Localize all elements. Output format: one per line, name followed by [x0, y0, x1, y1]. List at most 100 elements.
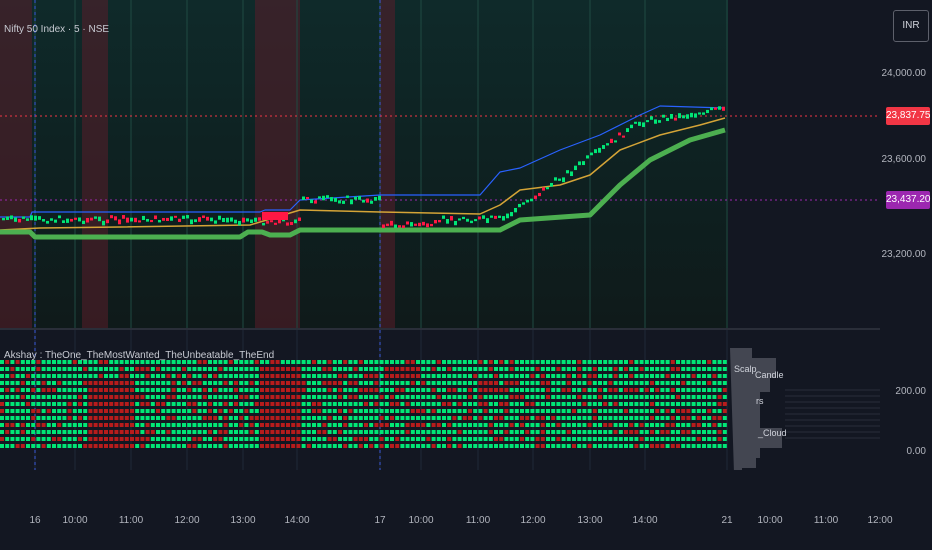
signal-dot	[275, 402, 280, 406]
signal-dot	[301, 423, 306, 427]
signal-dot	[353, 409, 358, 413]
signal-dot	[93, 395, 98, 399]
signal-dot	[629, 423, 634, 427]
signal-dot	[31, 423, 36, 427]
signal-dot	[202, 381, 207, 385]
signal-dot	[31, 381, 36, 385]
signal-dot	[72, 444, 77, 448]
signal-dot	[499, 416, 504, 420]
signal-dot	[317, 409, 322, 413]
candle	[546, 187, 549, 190]
signal-dot	[551, 423, 556, 427]
signal-dot	[452, 444, 457, 448]
signal-dot	[364, 444, 368, 448]
signal-dot	[145, 444, 150, 448]
signal-dot	[83, 409, 88, 413]
signal-dot	[634, 444, 639, 448]
signal-dot	[46, 367, 51, 371]
signal-dot	[249, 444, 254, 448]
signal-dot	[587, 374, 592, 378]
signal-dot	[561, 430, 566, 434]
signal-dot	[520, 402, 524, 406]
signal-dot	[514, 381, 519, 385]
signal-dot	[369, 402, 374, 406]
signal-dot	[135, 381, 140, 385]
signal-dot	[0, 381, 4, 385]
signal-dot	[296, 402, 301, 406]
signal-dot	[348, 416, 353, 420]
signal-dot	[301, 409, 306, 413]
currency-button[interactable]: INR	[893, 10, 929, 42]
candle	[30, 215, 33, 221]
signal-dot	[187, 374, 192, 378]
signal-dot	[135, 409, 140, 413]
signal-dot	[639, 381, 644, 385]
candle	[142, 215, 145, 221]
signal-dot	[197, 437, 202, 441]
signal-dot	[364, 423, 368, 427]
signal-dot	[312, 360, 316, 364]
signal-dot	[556, 430, 561, 434]
signal-dot	[546, 423, 550, 427]
signal-dot	[670, 381, 675, 385]
signal-dot	[5, 416, 10, 420]
signal-dot	[410, 374, 415, 378]
candle	[530, 198, 533, 202]
signal-dot	[577, 416, 582, 420]
price-pane[interactable]	[0, 0, 880, 328]
signal-dot	[556, 444, 561, 448]
signal-dot	[182, 416, 186, 420]
signal-dot	[135, 444, 140, 448]
candle	[562, 177, 565, 183]
signal-dot	[67, 416, 72, 420]
signal-dot	[239, 430, 244, 434]
signal-dot	[587, 430, 592, 434]
signal-dot	[556, 395, 561, 399]
candle	[450, 216, 453, 221]
signal-dot	[280, 437, 285, 441]
signal-dot	[223, 395, 228, 399]
signal-dot	[140, 367, 145, 371]
signal-dot	[156, 444, 160, 448]
signal-dot	[10, 374, 15, 378]
signal-dot	[197, 416, 202, 420]
indicator-title[interactable]: Akshay : TheOne_TheMostWanted_TheUnbeata…	[4, 350, 274, 361]
signal-dot	[546, 444, 550, 448]
signal-dot	[525, 381, 530, 385]
signal-dot	[31, 430, 36, 434]
signal-dot	[436, 423, 441, 427]
signal-dot	[218, 430, 223, 434]
signal-dot	[369, 374, 374, 378]
signal-dot	[624, 409, 628, 413]
signal-dot	[57, 430, 62, 434]
candle	[474, 219, 477, 222]
candle	[166, 217, 169, 221]
candle	[102, 220, 105, 226]
signal-dot	[150, 423, 155, 427]
signal-dot	[52, 367, 56, 371]
signal-dot	[93, 416, 98, 420]
signal-dot	[353, 367, 358, 371]
signal-dot	[405, 430, 410, 434]
signal-dot	[566, 367, 571, 371]
signal-dot	[93, 430, 98, 434]
candle	[586, 155, 589, 159]
signal-dot	[291, 402, 296, 406]
signal-dot	[57, 437, 62, 441]
time-label: 17	[374, 515, 386, 526]
price-scale[interactable]: 24,000.00 23,600.00 23,200.00 23,837.75 …	[880, 0, 932, 470]
signal-dot	[384, 381, 389, 385]
candle	[578, 161, 581, 166]
signal-dot	[592, 430, 597, 434]
signal-dot	[244, 437, 249, 441]
signal-dot	[83, 437, 88, 441]
candle	[218, 215, 221, 220]
signal-dot	[130, 430, 134, 434]
signal-dot	[322, 381, 327, 385]
time-axis[interactable]	[0, 470, 932, 550]
signal-dot	[130, 423, 134, 427]
signal-dot	[291, 395, 296, 399]
price-chart-canvas[interactable]	[0, 0, 880, 328]
signal-dot	[348, 360, 353, 364]
signal-dot	[478, 416, 483, 420]
